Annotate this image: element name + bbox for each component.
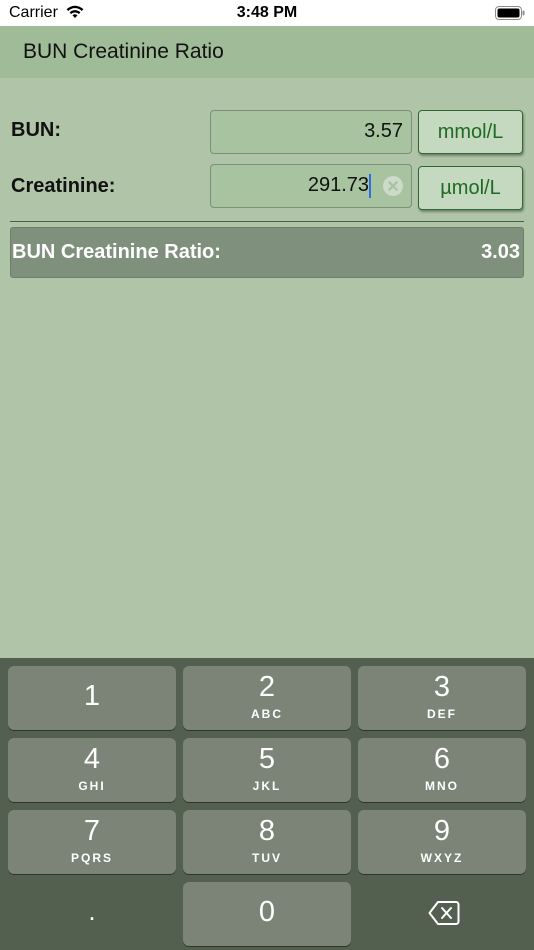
numeric-keyboard: 1 2 ABC 3 DEF 4 GHI 5 JKL 6 MNO 7 PQRS 8… bbox=[0, 658, 534, 950]
text-cursor bbox=[369, 174, 371, 198]
result-bar: BUN Creatinine Ratio: 3.03 bbox=[10, 227, 524, 278]
key-letters: DEF bbox=[427, 707, 457, 721]
key-letters: TUV bbox=[252, 851, 282, 865]
key-letters: JKL bbox=[252, 779, 282, 793]
battery-icon bbox=[495, 6, 525, 20]
key-backspace[interactable] bbox=[358, 882, 526, 946]
key-5[interactable]: 5 JKL bbox=[183, 738, 351, 802]
creatinine-input[interactable]: 291.73 bbox=[210, 164, 412, 208]
key-letters: WXYZ bbox=[420, 851, 464, 865]
key-7[interactable]: 7 PQRS bbox=[8, 810, 176, 874]
backspace-icon bbox=[428, 901, 460, 925]
key-digit: 8 bbox=[258, 815, 276, 847]
divider bbox=[10, 221, 524, 222]
key-digit: 9 bbox=[433, 815, 451, 847]
bun-input-value: 3.57 bbox=[364, 120, 403, 142]
creatinine-unit-label: µmol/L bbox=[440, 177, 501, 199]
status-bar: Carrier 3:48 PM bbox=[0, 0, 534, 26]
result-label: BUN Creatinine Ratio: bbox=[12, 241, 221, 263]
clear-text-icon[interactable] bbox=[383, 176, 403, 196]
key-decimal[interactable]: . bbox=[8, 882, 176, 946]
key-decimal-label: . bbox=[88, 896, 96, 926]
page-title: BUN Creatinine Ratio bbox=[23, 40, 224, 63]
creatinine-unit-button[interactable]: µmol/L bbox=[418, 166, 523, 210]
key-6[interactable]: 6 MNO bbox=[358, 738, 526, 802]
key-3[interactable]: 3 DEF bbox=[358, 666, 526, 730]
key-digit: 4 bbox=[83, 743, 101, 775]
key-digit: 2 bbox=[258, 671, 276, 703]
key-1[interactable]: 1 bbox=[8, 666, 176, 730]
bun-unit-label: mmol/L bbox=[437, 121, 504, 143]
key-digit: 0 bbox=[258, 896, 276, 928]
key-letters: PQRS bbox=[70, 851, 113, 865]
key-0[interactable]: 0 bbox=[183, 882, 351, 946]
key-letters: ABC bbox=[251, 707, 283, 721]
key-letters: GHI bbox=[78, 779, 106, 793]
status-time: 3:48 PM bbox=[236, 4, 298, 21]
creatinine-label: Creatinine: bbox=[11, 175, 116, 197]
key-letters: MNO bbox=[425, 779, 459, 793]
bun-input[interactable]: 3.57 bbox=[210, 110, 412, 154]
key-digit: 7 bbox=[83, 815, 101, 847]
key-9[interactable]: 9 WXYZ bbox=[358, 810, 526, 874]
key-8[interactable]: 8 TUV bbox=[183, 810, 351, 874]
key-digit: 3 bbox=[433, 671, 451, 703]
key-digit: 5 bbox=[258, 743, 276, 775]
key-digit: 6 bbox=[433, 743, 451, 775]
bun-unit-button[interactable]: mmol/L bbox=[418, 110, 523, 154]
key-digit: 1 bbox=[83, 680, 101, 712]
key-2[interactable]: 2 ABC bbox=[183, 666, 351, 730]
bun-label: BUN: bbox=[11, 119, 61, 141]
result-value: 3.03 bbox=[481, 241, 520, 263]
key-4[interactable]: 4 GHI bbox=[8, 738, 176, 802]
creatinine-input-value: 291.73 bbox=[307, 174, 369, 196]
navigation-bar: BUN Creatinine Ratio bbox=[0, 26, 534, 78]
